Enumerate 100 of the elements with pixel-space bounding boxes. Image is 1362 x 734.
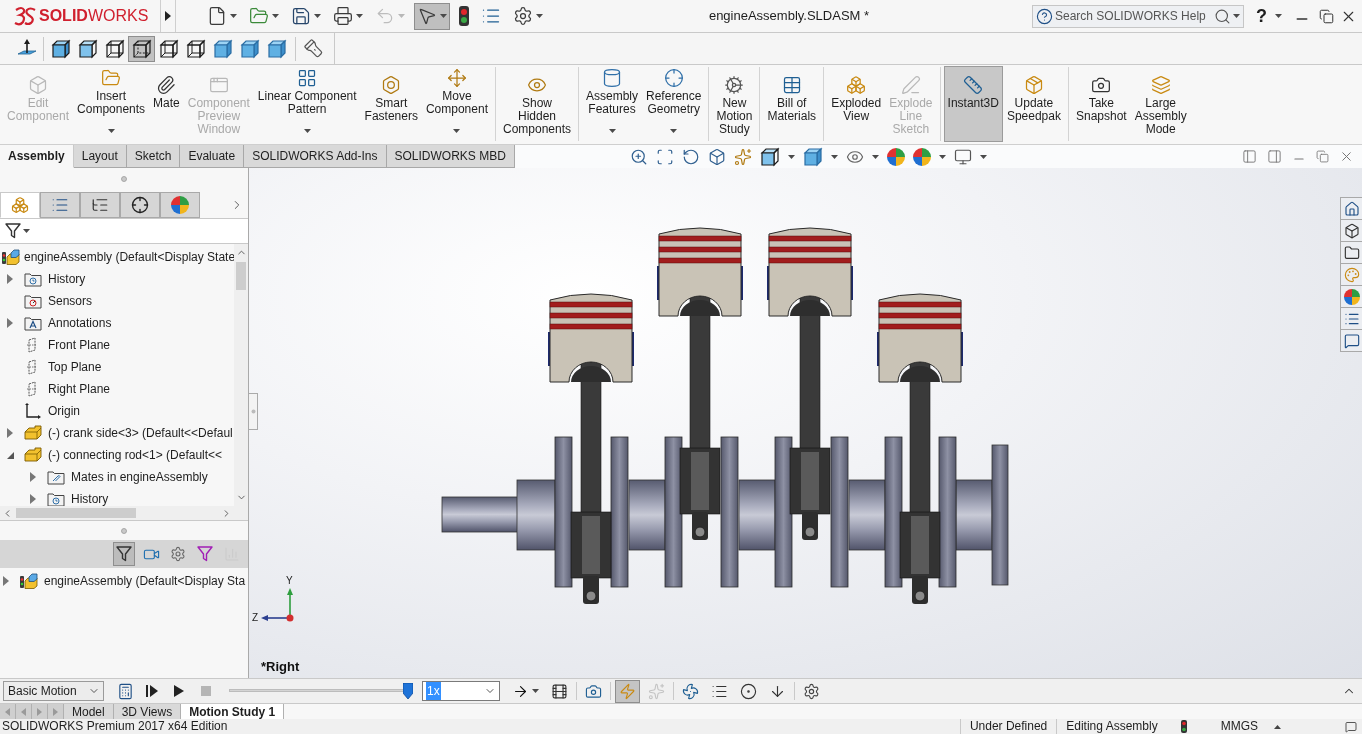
traffic-light-icon[interactable] — [1180, 720, 1187, 733]
caret-icon[interactable] — [980, 154, 987, 159]
caret-icon[interactable] — [788, 154, 795, 159]
ribbon-button[interactable]: Smart Fasteners — [360, 66, 422, 142]
ribbon-button[interactable]: Exploded View — [827, 66, 886, 142]
splitter-handle[interactable] — [249, 393, 258, 430]
tree-item[interactable]: Front Plane — [4, 334, 234, 356]
tree-item[interactable]: (-) connecting rod<1> (Default<< — [4, 444, 234, 466]
caret-icon[interactable] — [356, 14, 363, 18]
tree-item[interactable]: Top Plane — [4, 356, 234, 378]
command-tab[interactable]: Evaluate — [180, 145, 245, 168]
vertical-scrollbar[interactable] — [234, 244, 248, 506]
caret-icon[interactable] — [536, 14, 543, 18]
tree-item[interactable]: engineAssembly (Default<Display State — [0, 246, 234, 268]
color-ball-icon[interactable] — [887, 147, 905, 166]
chat-icon[interactable] — [1345, 720, 1357, 733]
expand-menu-button[interactable] — [160, 0, 176, 32]
ribbon-button[interactable]: Assembly Features — [582, 66, 643, 142]
color-ball-icon[interactable] — [171, 196, 189, 214]
ribbon-button[interactable]: Mate — [149, 66, 184, 142]
funnel-icon[interactable] — [5, 223, 21, 239]
tree-item[interactable]: Mates in engineAssembly — [27, 466, 234, 488]
study-tab[interactable]: Motion Study 1 — [181, 704, 285, 719]
command-tab[interactable]: Assembly — [0, 145, 74, 168]
caret-icon[interactable] — [107, 129, 115, 133]
caret-icon[interactable] — [272, 14, 279, 18]
ribbon-button[interactable]: Instant3D — [943, 66, 1003, 142]
ribbon-button[interactable]: Linear Component Pattern — [253, 66, 361, 142]
monitor-icon[interactable] — [954, 147, 972, 166]
tree-item[interactable]: History — [27, 488, 234, 506]
ribbon-button[interactable]: Move Component — [421, 66, 492, 142]
study-type-dropdown[interactable]: Basic Motion — [3, 681, 104, 701]
command-tab[interactable]: SOLIDWORKS MBD — [386, 145, 515, 168]
ribbon-button[interactable]: Update Speedpak — [1002, 66, 1065, 142]
tree-item[interactable]: engineAssembly (Default<Display Sta — [0, 570, 248, 592]
ribbon-button[interactable]: Insert Components — [73, 66, 150, 142]
scrollbar-thumb[interactable] — [16, 508, 136, 518]
caret-right-icon[interactable] — [30, 494, 36, 504]
panel-tab[interactable] — [80, 192, 120, 218]
caret-right-icon[interactable] — [7, 428, 13, 438]
caret-icon[interactable] — [872, 154, 879, 159]
search-icon[interactable] — [1214, 7, 1231, 25]
rotate-arrow-icon[interactable] — [682, 147, 700, 166]
command-tab[interactable]: Sketch — [126, 145, 181, 168]
study-tab[interactable]: Model — [64, 704, 114, 719]
command-tab[interactable]: SOLIDWORKS Add-Ins — [244, 145, 387, 168]
grip-dot-icon[interactable] — [250, 409, 256, 414]
search-input[interactable]: Search SOLIDWORKS Help — [1055, 7, 1212, 25]
caret-icon[interactable] — [314, 14, 321, 18]
slider-thumb[interactable] — [403, 683, 413, 699]
caret-icon[interactable] — [440, 14, 447, 18]
select-button[interactable] — [414, 2, 450, 30]
study-tab[interactable]: 3D Views — [113, 704, 182, 719]
sparkles-icon[interactable] — [734, 147, 752, 166]
tree-item[interactable]: Annotations — [4, 312, 234, 334]
caret-right-icon[interactable] — [30, 472, 36, 482]
filter-field[interactable] — [0, 218, 248, 244]
caret-right-icon[interactable] — [3, 576, 9, 586]
caret-icon[interactable] — [453, 129, 461, 133]
caret-icon[interactable] — [670, 129, 678, 133]
restore-icon[interactable] — [1319, 8, 1334, 24]
caret-icon[interactable] — [303, 129, 311, 133]
help-button[interactable]: ? — [1254, 6, 1269, 26]
caret-icon[interactable] — [1275, 14, 1282, 18]
units-selector[interactable]: MMGS — [1220, 719, 1258, 734]
scan-frame-icon[interactable] — [656, 147, 674, 166]
caret-icon[interactable] — [1233, 14, 1240, 18]
timeline-slider[interactable] — [229, 683, 413, 699]
restore-icon[interactable] — [1316, 150, 1329, 163]
caret-down-icon[interactable] — [6, 451, 14, 459]
panel-tab[interactable] — [120, 192, 160, 218]
ribbon-button[interactable]: Reference Geometry — [642, 66, 706, 142]
grip-dot-icon[interactable] — [121, 176, 127, 182]
help-search-field[interactable]: Search SOLIDWORKS Help — [1032, 4, 1244, 28]
caret-right-icon[interactable] — [7, 318, 13, 328]
filter-tool-button[interactable] — [113, 542, 135, 566]
box-icon[interactable] — [708, 147, 726, 166]
color-ball-icon[interactable] — [913, 147, 931, 166]
command-tab[interactable]: Layout — [73, 145, 127, 168]
ribbon-button[interactable]: Bill of Materials — [763, 66, 821, 142]
tile-right-icon[interactable] — [1267, 149, 1282, 164]
scrollbar-thumb[interactable] — [236, 262, 246, 290]
caret-right-icon[interactable] — [7, 274, 13, 284]
tree-item[interactable]: Right Plane — [4, 378, 234, 400]
grip-dot-icon[interactable] — [121, 527, 127, 534]
caret-icon[interactable] — [23, 229, 30, 233]
ribbon-button[interactable]: Take Snapshot — [1071, 66, 1131, 142]
tree-item[interactable]: Sensors — [4, 290, 234, 312]
tree-item[interactable]: (-) crank side<3> (Default<<Defaul — [4, 422, 234, 444]
tree-item[interactable]: Origin — [4, 400, 234, 422]
caret-icon[interactable] — [831, 154, 838, 159]
tree-item[interactable]: History — [4, 268, 234, 290]
caret-icon[interactable] — [532, 689, 539, 693]
ribbon-button[interactable]: New Motion Study — [712, 66, 757, 142]
caret-up-icon[interactable] — [1274, 724, 1281, 729]
ribbon-button[interactable]: Large Assembly Mode — [1130, 66, 1191, 142]
caret-icon[interactable] — [939, 154, 946, 159]
caret-icon[interactable] — [230, 14, 237, 18]
magnifier-icon[interactable] — [630, 147, 648, 166]
cube-icon[interactable] — [760, 146, 780, 167]
